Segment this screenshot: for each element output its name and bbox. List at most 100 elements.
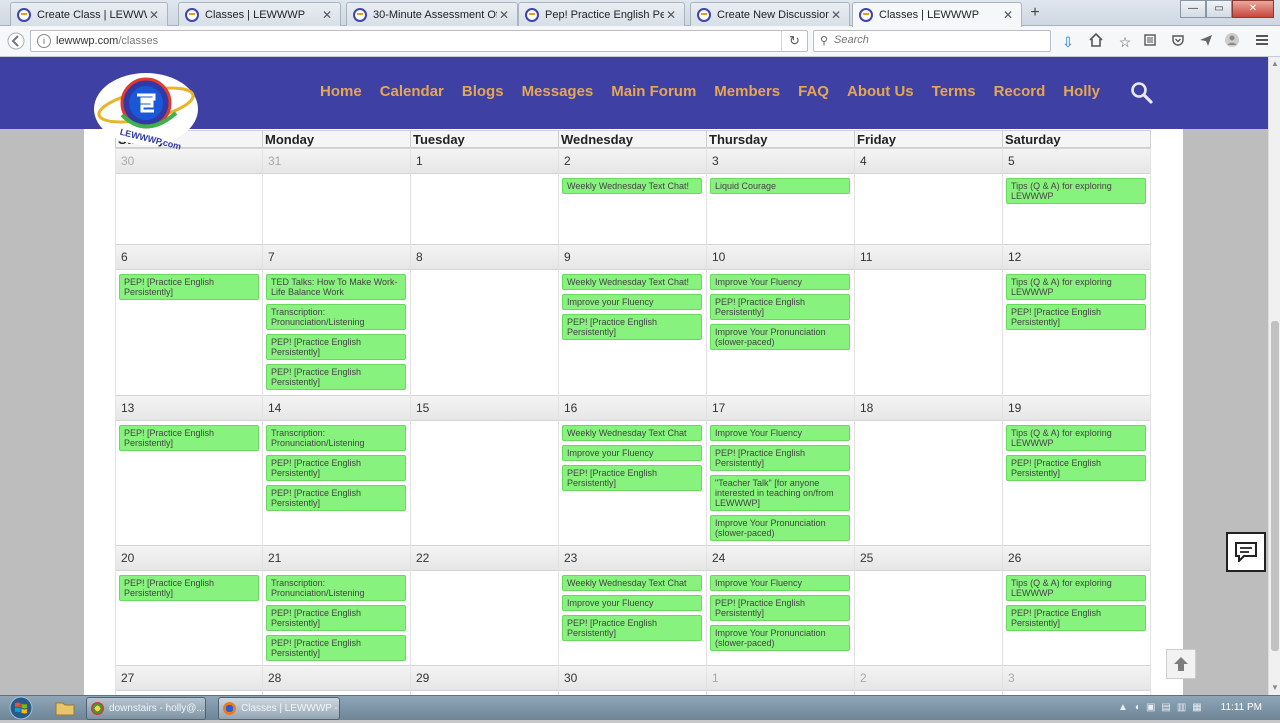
- send-icon[interactable]: [1196, 32, 1216, 52]
- calendar-event[interactable]: PEP! [Practice English Persistently]: [266, 455, 406, 481]
- calendar-day-cell[interactable]: 23 Weekly Wednesday Text Chat Improve your…: [559, 545, 707, 665]
- minimize-button[interactable]: —: [1180, 0, 1206, 18]
- calendar-event[interactable]: TED Talks: How To Make Work-Life Balance…: [266, 274, 406, 300]
- calendar-event[interactable]: PEP! [Practice English Persistently]: [562, 465, 702, 491]
- calendar-event[interactable]: Improve your Fluency: [562, 294, 702, 310]
- calendar-event[interactable]: Transcription: Pronunciation/Listening: [266, 425, 406, 451]
- calendar-event[interactable]: Improve your Fluency: [562, 445, 702, 461]
- bookmark-star-icon[interactable]: ☆: [1115, 32, 1135, 52]
- calendar-event[interactable]: PEP! [Practice English Persistently]: [710, 595, 850, 621]
- calendar-event[interactable]: Tips (Q & A) for exploring LEWWWP: [1006, 575, 1146, 601]
- calendar-event[interactable]: PEP! [Practice English Persistently]: [266, 605, 406, 631]
- calendar-event[interactable]: PEP! [Practice English Persistently]: [710, 445, 850, 471]
- calendar-day-cell[interactable]: 2 Weekly Wednesday Text Chat!: [559, 148, 707, 244]
- chat-button[interactable]: [1226, 532, 1266, 572]
- scroll-up-icon[interactable]: ▲: [1271, 59, 1279, 68]
- menu-item-terms[interactable]: Terms: [932, 83, 976, 100]
- start-button[interactable]: [4, 696, 38, 720]
- browser-tab[interactable]: Create New Discussion | LE...✕: [690, 2, 850, 26]
- calendar-day-cell[interactable]: 12 Tips (Q & A) for exploring LEWWWP PEP! …: [1003, 244, 1151, 395]
- calendar-event[interactable]: Weekly Wednesday Text Chat!: [562, 274, 702, 290]
- taskbar-window-button[interactable]: Classes | LEWWWP - ...: [218, 697, 340, 720]
- calendar-day-cell[interactable]: 5 Tips (Q & A) for exploring LEWWWP: [1003, 148, 1151, 244]
- calendar-event[interactable]: Tips (Q & A) for exploring LEWWWP: [1006, 178, 1146, 204]
- site-search-icon[interactable]: [1130, 81, 1154, 105]
- calendar-event[interactable]: Tips (Q & A) for exploring LEWWWP: [1006, 274, 1146, 300]
- calendar-day-cell[interactable]: 25: [855, 545, 1003, 665]
- calendar-event[interactable]: Tips (Q & A) for exploring LEWWWP: [1006, 425, 1146, 451]
- calendar-event[interactable]: Weekly Wednesday Text Chat!: [562, 178, 702, 194]
- file-explorer-icon[interactable]: [54, 698, 76, 718]
- calendar-day-cell[interactable]: 30: [115, 148, 263, 244]
- calendar-day-cell[interactable]: 18: [855, 395, 1003, 545]
- tray-icons[interactable]: ▲◖▣▤▥▦: [1118, 702, 1208, 713]
- calendar-event[interactable]: Liquid Courage: [710, 178, 850, 194]
- calendar-event[interactable]: PEP! [Practice English Persistently]: [119, 575, 259, 601]
- close-tab-icon[interactable]: ✕: [147, 8, 161, 22]
- browser-tab[interactable]: 30-Minute Assessment Of ...✕: [346, 2, 518, 26]
- reading-list-icon[interactable]: [1140, 32, 1160, 52]
- calendar-event[interactable]: Improve Your Pronunciation (slower-paced…: [710, 324, 850, 350]
- browser-tab[interactable]: Pep! Practice English Persis...✕: [518, 2, 685, 26]
- calendar-day-cell[interactable]: 27: [115, 665, 263, 695]
- calendar-day-cell[interactable]: 7 TED Talks: How To Make Work-Life Balanc…: [263, 244, 411, 395]
- calendar-event[interactable]: Improve Your Pronunciation (slower-paced…: [710, 625, 850, 651]
- calendar-day-cell[interactable]: 4: [855, 148, 1003, 244]
- calendar-day-cell[interactable]: 3: [1003, 665, 1151, 695]
- calendar-day-cell[interactable]: 6 PEP! [Practice English Persistently]: [115, 244, 263, 395]
- calendar-day-cell[interactable]: 26 Tips (Q & A) for exploring LEWWWP PEP! …: [1003, 545, 1151, 665]
- calendar-day-cell[interactable]: 29: [411, 665, 559, 695]
- scroll-to-top-button[interactable]: [1166, 649, 1196, 679]
- calendar-day-cell[interactable]: 16 Weekly Wednesday Text Chat Improve your…: [559, 395, 707, 545]
- calendar-day-cell[interactable]: 1: [707, 665, 855, 695]
- calendar-event[interactable]: PEP! [Practice English Persistently]: [710, 294, 850, 320]
- calendar-day-cell[interactable]: 28: [263, 665, 411, 695]
- close-window-button[interactable]: ✕: [1232, 0, 1274, 18]
- menu-item-record[interactable]: Record: [994, 83, 1046, 100]
- calendar-event[interactable]: Improve Your Pronunciation (slower-paced…: [710, 515, 850, 541]
- url-text[interactable]: lewwwp.com/classes: [56, 35, 158, 47]
- menu-item-about-us[interactable]: About Us: [847, 83, 914, 100]
- browser-search-box[interactable]: ⚲: [813, 30, 1051, 52]
- calendar-day-cell[interactable]: 30: [559, 665, 707, 695]
- page-scrollbar[interactable]: ▲ ▼: [1268, 57, 1280, 695]
- calendar-day-cell[interactable]: 15: [411, 395, 559, 545]
- close-tab-icon[interactable]: ✕: [320, 8, 334, 22]
- menu-item-holly[interactable]: Holly: [1063, 83, 1100, 100]
- browser-tab[interactable]: Classes | LEWWWP ✕: [852, 2, 1022, 27]
- scroll-down-icon[interactable]: ▼: [1271, 683, 1279, 692]
- calendar-event[interactable]: Weekly Wednesday Text Chat: [562, 425, 702, 441]
- home-icon[interactable]: [1086, 32, 1106, 52]
- calendar-day-cell[interactable]: 31: [263, 148, 411, 244]
- calendar-day-cell[interactable]: 24 Improve Your Fluency PEP! [Practice Eng…: [707, 545, 855, 665]
- menu-item-blogs[interactable]: Blogs: [462, 83, 504, 100]
- browser-search-input[interactable]: [834, 34, 1034, 46]
- menu-item-members[interactable]: Members: [714, 83, 780, 100]
- pocket-icon[interactable]: [1168, 32, 1188, 52]
- calendar-event[interactable]: Improve Your Fluency: [710, 274, 850, 290]
- close-tab-icon[interactable]: ✕: [829, 8, 843, 22]
- calendar-day-cell[interactable]: 10 Improve Your Fluency PEP! [Practice Eng…: [707, 244, 855, 395]
- calendar-event[interactable]: PEP! [Practice English Persistently]: [1006, 605, 1146, 631]
- calendar-event[interactable]: Transcription: Pronunciation/Listening: [266, 575, 406, 601]
- calendar-event[interactable]: Improve Your Fluency: [710, 575, 850, 591]
- scrollbar-thumb[interactable]: [1271, 321, 1279, 651]
- address-bar[interactable]: i lewwwp.com/classes ↻: [30, 30, 808, 52]
- calendar-event[interactable]: PEP! [Practice English Persistently]: [562, 314, 702, 340]
- taskbar-window-button[interactable]: downstairs - holly@...: [86, 697, 206, 720]
- reload-icon[interactable]: ↻: [781, 31, 807, 51]
- calendar-day-cell[interactable]: 21 Transcription: Pronunciation/Listening…: [263, 545, 411, 665]
- menu-item-home[interactable]: Home: [320, 83, 362, 100]
- calendar-day-cell[interactable]: 17 Improve Your Fluency PEP! [Practice Eng…: [707, 395, 855, 545]
- close-tab-icon[interactable]: ✕: [497, 8, 511, 22]
- menu-item-faq[interactable]: FAQ: [798, 83, 829, 100]
- calendar-day-cell[interactable]: 22: [411, 545, 559, 665]
- browser-tab[interactable]: Classes | LEWWWP ✕: [178, 2, 341, 26]
- calendar-event[interactable]: PEP! [Practice English Persistently]: [1006, 455, 1146, 481]
- calendar-event[interactable]: PEP! [Practice English Persistently]: [562, 615, 702, 641]
- calendar-event[interactable]: PEP! [Practice English Persistently]: [266, 635, 406, 661]
- calendar-day-cell[interactable]: 3 Liquid Courage: [707, 148, 855, 244]
- calendar-event[interactable]: PEP! [Practice English Persistently]: [119, 274, 259, 300]
- close-tab-icon[interactable]: ✕: [664, 8, 678, 22]
- site-logo[interactable]: LEWWWP.com: [92, 69, 200, 152]
